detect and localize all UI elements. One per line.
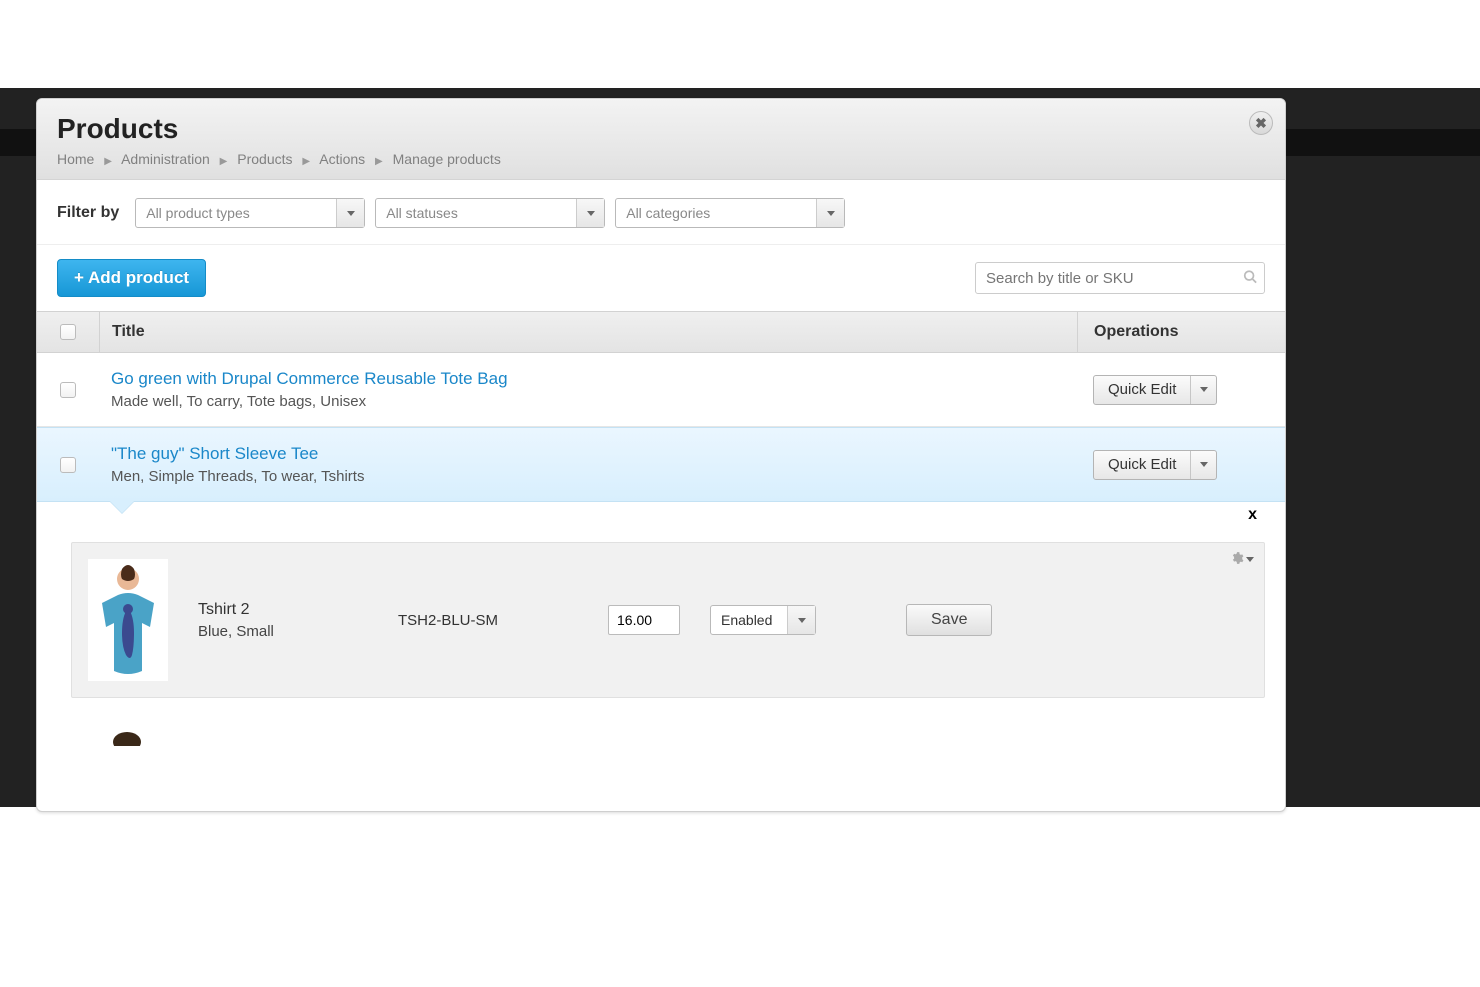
product-row: Go green with Drupal Commerce Reusable T… <box>37 353 1285 427</box>
filter-status-select[interactable]: All statuses <box>375 198 605 228</box>
close-detail-button[interactable]: x <box>1248 506 1257 524</box>
chevron-down-icon[interactable] <box>1190 451 1216 479</box>
products-panel: Products Home ▶ Administration ▶ Product… <box>36 98 1286 812</box>
breadcrumb-item[interactable]: Home <box>57 151 94 167</box>
chevron-down-icon <box>787 606 815 634</box>
search-wrap <box>975 262 1265 294</box>
breadcrumb-sep-icon: ▶ <box>220 156 228 167</box>
filter-status-value: All statuses <box>386 205 458 221</box>
variant-sku: TSH2-BLU-SM <box>398 612 578 629</box>
search-icon <box>1243 270 1257 287</box>
filter-category-value: All categories <box>626 205 710 221</box>
chevron-down-icon <box>816 199 844 227</box>
product-subtitle: Men, Simple Threads, To wear, Tshirts <box>111 468 364 485</box>
chevron-down-icon <box>1246 557 1254 562</box>
breadcrumb-sep-icon: ▶ <box>375 156 383 167</box>
variant-name: Tshirt 2 <box>198 601 368 619</box>
product-title-link[interactable]: "The guy" Short Sleeve Tee <box>111 444 364 464</box>
table-header: Title Operations <box>37 311 1285 353</box>
gear-icon <box>1230 551 1244 568</box>
close-panel-button[interactable]: ✖ <box>1249 111 1273 135</box>
variant-detail-panel: Tshirt 2 Blue, Small TSH2-BLU-SM Enabled… <box>71 542 1265 698</box>
page-title: Products <box>57 113 1265 145</box>
product-thumbnail <box>87 716 167 746</box>
toolbar: + Add product <box>37 245 1285 311</box>
breadcrumb-item[interactable]: Administration <box>121 151 210 167</box>
quick-edit-button[interactable]: Quick Edit <box>1093 450 1217 480</box>
variant-attributes: Blue, Small <box>198 623 368 640</box>
quick-edit-button[interactable]: Quick Edit <box>1093 375 1217 405</box>
breadcrumb-sep-icon: ▶ <box>104 156 112 167</box>
close-icon: ✖ <box>1255 115 1267 132</box>
variant-detail-panel-next <box>71 708 1265 754</box>
panel-header: Products Home ▶ Administration ▶ Product… <box>37 99 1285 180</box>
product-thumbnail <box>88 559 168 681</box>
variant-info: Tshirt 2 Blue, Small <box>198 601 368 640</box>
breadcrumb-item[interactable]: Products <box>237 151 292 167</box>
product-subtitle: Made well, To carry, Tote bags, Unisex <box>111 393 508 410</box>
filter-product-type-value: All product types <box>146 205 250 221</box>
row-checkbox[interactable] <box>60 457 76 473</box>
column-header-title[interactable]: Title <box>99 312 1077 352</box>
product-row-selected: "The guy" Short Sleeve Tee Men, Simple T… <box>37 427 1285 502</box>
filter-product-type-select[interactable]: All product types <box>135 198 365 228</box>
add-product-button[interactable]: + Add product <box>57 259 206 297</box>
detail-area: x Tshirt 2 Blue, Small <box>37 502 1285 754</box>
breadcrumb: Home ▶ Administration ▶ Products ▶ Actio… <box>57 151 1265 167</box>
breadcrumb-item[interactable]: Actions <box>319 151 365 167</box>
settings-dropdown[interactable] <box>1230 551 1254 568</box>
quick-edit-label: Quick Edit <box>1094 451 1190 479</box>
filter-label: Filter by <box>57 204 119 222</box>
breadcrumb-sep-icon: ▶ <box>302 156 310 167</box>
save-button[interactable]: Save <box>906 604 992 636</box>
chevron-down-icon <box>336 199 364 227</box>
filter-category-select[interactable]: All categories <box>615 198 845 228</box>
status-value: Enabled <box>721 612 772 628</box>
status-select[interactable]: Enabled <box>710 605 816 635</box>
quick-edit-label: Quick Edit <box>1094 376 1190 404</box>
filters-bar: Filter by All product types All statuses… <box>37 180 1285 245</box>
row-checkbox[interactable] <box>60 382 76 398</box>
product-title-link[interactable]: Go green with Drupal Commerce Reusable T… <box>111 369 508 389</box>
search-input[interactable] <box>975 262 1265 294</box>
breadcrumb-item[interactable]: Manage products <box>393 151 501 167</box>
column-header-operations: Operations <box>1077 312 1285 352</box>
chevron-down-icon[interactable] <box>1190 376 1216 404</box>
price-input[interactable] <box>608 605 680 635</box>
select-all-checkbox[interactable] <box>60 324 76 340</box>
chevron-down-icon <box>576 199 604 227</box>
